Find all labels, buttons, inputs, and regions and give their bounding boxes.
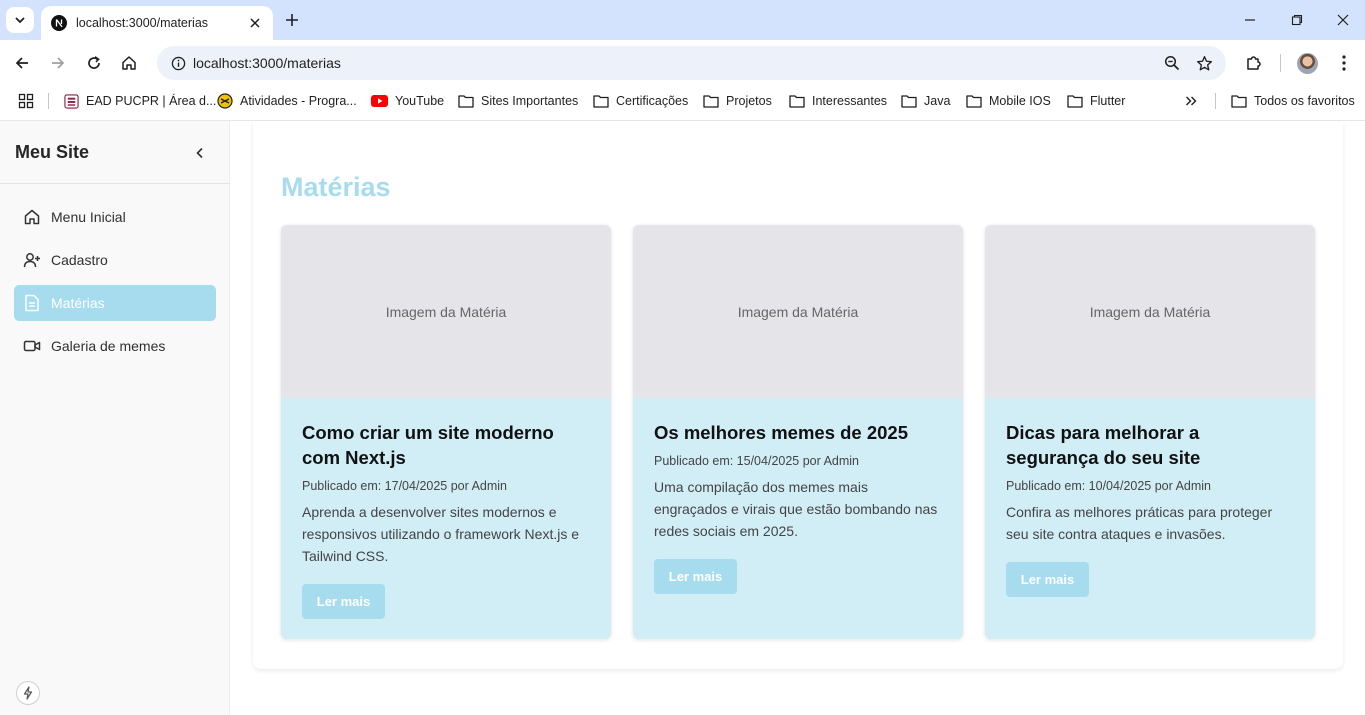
browser-tabstrip: localhost:3000/materias (0, 0, 1365, 40)
article-meta: Publicado em: 10/04/2025 por Admin (1006, 479, 1211, 493)
reload-button[interactable] (83, 52, 105, 74)
profile-avatar[interactable] (1297, 53, 1318, 74)
all-bookmarks-folder[interactable]: Todos os favoritos (1231, 91, 1355, 111)
browser-toolbar: localhost:3000/materias (0, 40, 1365, 86)
zoom-icon[interactable] (1156, 47, 1188, 79)
bookmark-folder-flutter[interactable]: Flutter (1067, 91, 1125, 111)
folder-icon (789, 94, 805, 108)
bookmark-folder-sites-importantes[interactable]: Sites Importantes (458, 91, 578, 111)
article-description: Aprenda a desenvolver sites modernos e r… (302, 504, 580, 564)
sidebar-divider (0, 183, 230, 184)
document-icon (22, 293, 42, 313)
folder-icon (1067, 94, 1083, 108)
back-button[interactable] (11, 52, 33, 74)
home-icon (22, 207, 42, 227)
sidebar-item-galeria-de-memes[interactable]: Galeria de memes (14, 328, 216, 364)
tab-search-button[interactable] (6, 7, 34, 33)
read-more-button[interactable]: Ler mais (302, 584, 385, 619)
bookmark-folder-projetos[interactable]: Projetos (703, 91, 772, 111)
page-title: Matérias (281, 172, 391, 202)
restore-button[interactable] (1287, 10, 1307, 30)
article-title: Dicas para melhorar a segurança do seu s… (1006, 422, 1201, 468)
collapse-sidebar-button[interactable] (191, 144, 209, 162)
main-content: Matérias Imagem da Matéria Como criar um… (231, 121, 1365, 715)
bookmarks-overflow-button[interactable] (1185, 91, 1197, 111)
bookmarks-separator (1215, 93, 1216, 109)
chevron-left-icon (196, 147, 203, 159)
article-image-placeholder: Imagem da Matéria (985, 225, 1315, 398)
extensions-icon[interactable] (1243, 52, 1265, 74)
atividades-icon (217, 93, 233, 109)
url-text[interactable]: localhost:3000/materias (193, 55, 1156, 71)
close-icon (1337, 14, 1349, 26)
folder-icon (703, 94, 719, 108)
article-title: Como criar um site moderno com Next.js (302, 422, 554, 468)
arrow-right-icon (52, 57, 65, 69)
folder-icon (593, 94, 609, 108)
minimize-icon (1245, 19, 1255, 21)
video-icon (22, 336, 42, 356)
bookmark-folder-certificacoes[interactable]: Certificações (593, 91, 688, 111)
new-tab-button[interactable] (282, 10, 302, 30)
page: Meu Site Menu Inicial Cadastro Matérias … (0, 120, 1365, 715)
close-window-button[interactable] (1333, 10, 1353, 30)
bookmark-star-icon[interactable] (1188, 47, 1220, 79)
article-description: Uma compilação dos memes mais engraçados… (654, 479, 938, 539)
youtube-icon (371, 95, 388, 107)
apps-grid-icon (18, 93, 34, 109)
article-card: Imagem da Matéria Dicas para melhorar a … (985, 225, 1315, 639)
read-more-button[interactable]: Ler mais (1006, 562, 1089, 597)
reload-icon (88, 56, 100, 69)
forward-button[interactable] (47, 52, 69, 74)
toolbar-divider (1280, 54, 1281, 72)
article-image-placeholder: Imagem da Matéria (633, 225, 963, 398)
tab-close-icon[interactable] (247, 15, 263, 31)
bookmark-pucpr[interactable]: EAD PUCPR | Área d... (64, 91, 216, 111)
read-more-button[interactable]: Ler mais (654, 559, 737, 594)
double-chevron-right-icon (1186, 96, 1197, 106)
apps-button[interactable] (18, 91, 34, 111)
home-button[interactable] (118, 52, 140, 74)
article-card: Imagem da Matéria Os melhores memes de 2… (633, 225, 963, 639)
dev-tools-bolt-icon[interactable] (16, 681, 40, 705)
article-description: Confira as melhores práticas para proteg… (1006, 504, 1273, 542)
address-bar[interactable]: localhost:3000/materias (157, 46, 1226, 80)
bookmark-folder-interessantes[interactable]: Interessantes (789, 91, 887, 111)
pucpr-icon (64, 93, 79, 109)
bookmarks-bar: EAD PUCPR | Área d... Atividades - Progr… (0, 86, 1365, 116)
bookmark-folder-mobile-ios[interactable]: Mobile IOS (966, 91, 1051, 111)
folder-icon (1231, 94, 1247, 108)
minimize-button[interactable] (1240, 10, 1260, 30)
article-meta: Publicado em: 17/04/2025 por Admin (302, 479, 507, 493)
browser-tab[interactable]: localhost:3000/materias (41, 6, 273, 40)
article-image-placeholder: Imagem da Matéria (281, 225, 611, 398)
nextjs-favicon-icon (51, 15, 67, 31)
folder-icon (901, 94, 917, 108)
bookmarks-separator (48, 93, 49, 109)
article-title: Os melhores memes de 2025 (654, 422, 909, 443)
home-icon (122, 56, 136, 70)
sidebar: Meu Site Menu Inicial Cadastro Matérias … (0, 121, 230, 715)
user-plus-icon (22, 250, 42, 270)
site-info-icon[interactable] (163, 56, 193, 71)
plus-icon (286, 14, 298, 26)
restore-icon (1291, 14, 1303, 26)
article-card: Imagem da Matéria Como criar um site mod… (281, 225, 611, 639)
folder-icon (966, 94, 982, 108)
sidebar-item-cadastro[interactable]: Cadastro (14, 242, 216, 278)
bookmark-youtube[interactable]: YouTube (371, 91, 444, 111)
folder-icon (458, 94, 474, 108)
bookmark-folder-java[interactable]: Java (901, 91, 950, 111)
arrow-left-icon (15, 57, 28, 69)
sidebar-item-materias[interactable]: Matérias (14, 285, 216, 321)
tab-title: localhost:3000/materias (76, 16, 209, 30)
article-meta: Publicado em: 15/04/2025 por Admin (654, 454, 859, 468)
site-brand: Meu Site (15, 142, 90, 162)
menu-kebab-icon[interactable] (1333, 52, 1355, 74)
bookmark-atividades[interactable]: Atividades - Progra... (217, 91, 357, 111)
sidebar-item-menu-inicial[interactable]: Menu Inicial (14, 199, 216, 235)
chevron-down-icon (15, 17, 25, 24)
